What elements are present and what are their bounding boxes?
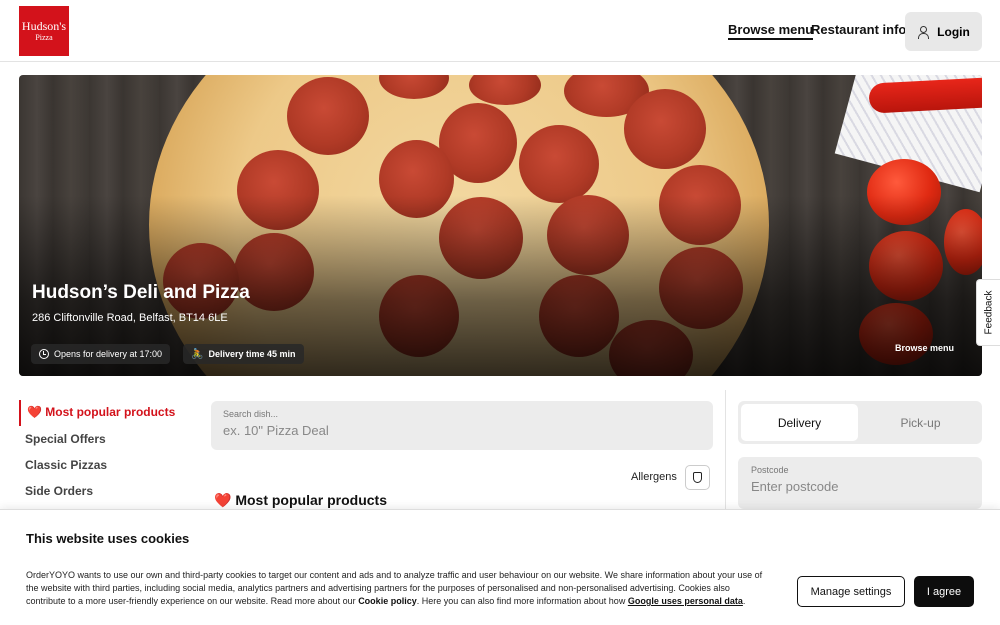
opening-time-text: Opens for delivery at 17:00 bbox=[54, 349, 163, 359]
hero-banner: Hudson’s Deli and Pizza 286 Cliftonville… bbox=[19, 75, 982, 376]
google-data-link[interactable]: Google uses personal data bbox=[628, 596, 743, 606]
login-button[interactable]: Login bbox=[905, 12, 982, 51]
search-box[interactable]: Search dish... bbox=[211, 401, 713, 450]
agree-button[interactable]: I agree bbox=[914, 576, 974, 607]
site-header: Hudson's Pizza Browse menu Restaurant in… bbox=[0, 0, 1000, 62]
logo-text: Hudson's bbox=[21, 19, 67, 33]
postcode-label: Postcode bbox=[751, 465, 789, 475]
order-type-toggle: Delivery Pick-up bbox=[738, 401, 982, 444]
section-title: ❤️ Most popular products bbox=[214, 492, 387, 508]
manage-settings-button[interactable]: Manage settings bbox=[797, 576, 905, 607]
delivery-tab[interactable]: Delivery bbox=[741, 404, 858, 441]
restaurant-name: Hudson’s Deli and Pizza bbox=[32, 282, 250, 303]
login-label: Login bbox=[937, 24, 970, 39]
opening-time-badge: Opens for delivery at 17:00 bbox=[31, 344, 171, 364]
category-most-popular[interactable]: ❤️ Most popular products bbox=[19, 400, 175, 426]
clock-icon bbox=[39, 349, 49, 359]
search-label: Search dish... bbox=[223, 409, 279, 419]
delivery-time-text: Delivery time 45 min bbox=[208, 349, 296, 359]
restaurant-address: 286 Cliftonville Road, Belfast, BT14 6LE bbox=[32, 312, 228, 324]
user-icon bbox=[917, 25, 930, 39]
cookie-text: OrderYOYO wants to use our own and third… bbox=[26, 569, 766, 608]
cookie-text-part: . Here you can also find more informatio… bbox=[416, 596, 628, 606]
hero-overlay bbox=[19, 75, 982, 376]
column-divider bbox=[725, 390, 726, 510]
feedback-tab[interactable]: Feedback bbox=[976, 279, 1000, 346]
category-side-orders[interactable]: Side Orders bbox=[19, 484, 93, 498]
cookie-policy-link[interactable]: Cookie policy bbox=[358, 596, 417, 606]
postcode-box[interactable]: Postcode bbox=[738, 457, 982, 509]
logo-subtext: Pizza bbox=[35, 33, 53, 42]
allergens-label: Allergens bbox=[631, 471, 677, 483]
delivery-time-badge: 🚴 Delivery time 45 min bbox=[183, 344, 304, 364]
cookie-banner: This website uses cookies OrderYOYO want… bbox=[0, 509, 1000, 625]
hero-browse-menu-link[interactable]: Browse menu bbox=[895, 343, 954, 353]
brand-logo[interactable]: Hudson's Pizza bbox=[19, 6, 69, 56]
category-classic-pizzas[interactable]: Classic Pizzas bbox=[19, 458, 107, 472]
feedback-label: Feedback bbox=[983, 290, 995, 335]
cookie-text-part: . bbox=[742, 596, 746, 606]
allergen-filter-button[interactable] bbox=[685, 465, 710, 490]
category-special-offers[interactable]: Special Offers bbox=[19, 432, 106, 446]
pickup-tab[interactable]: Pick-up bbox=[862, 404, 979, 441]
allergen-icon bbox=[693, 472, 702, 483]
nav-restaurant-info[interactable]: Restaurant info bbox=[811, 22, 906, 37]
nav-browse-menu[interactable]: Browse menu bbox=[728, 22, 814, 40]
bike-icon: 🚴 bbox=[191, 348, 204, 360]
cookie-title: This website uses cookies bbox=[26, 531, 190, 546]
postcode-input[interactable] bbox=[751, 479, 951, 494]
search-input[interactable] bbox=[223, 423, 693, 438]
